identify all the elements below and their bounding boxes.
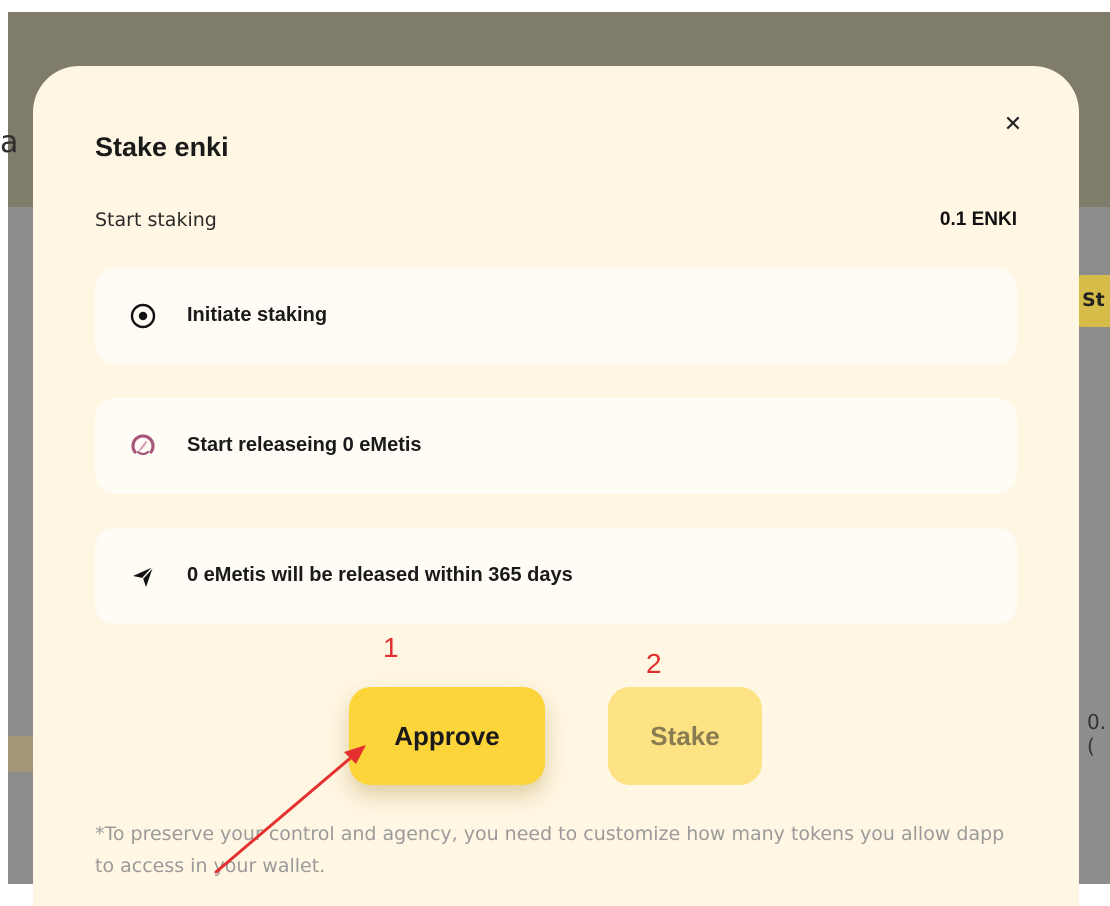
close-icon[interactable]: ✕ bbox=[998, 110, 1028, 140]
step-label: Start releaseing 0 eMetis bbox=[187, 434, 422, 456]
stake-modal: ✕ Stake enki Start staking 0.1 ENKI Init… bbox=[33, 66, 1079, 906]
step-label: Initiate staking bbox=[187, 304, 328, 326]
paper-plane-icon bbox=[133, 566, 154, 587]
page-background-value-fragment: 0.( bbox=[1087, 710, 1107, 758]
step-initiate-staking: Initiate staking bbox=[95, 268, 1017, 364]
page-background-stake-button: St bbox=[1076, 275, 1110, 327]
page-top-edge bbox=[0, 0, 1110, 12]
page-background-heading-fragment: a bbox=[0, 125, 19, 160]
summary-value: 0.1 ENKI bbox=[939, 209, 1017, 230]
step-start-releasing: Start releaseing 0 eMetis bbox=[95, 398, 1017, 494]
wheat-token-icon bbox=[131, 434, 155, 456]
approve-button[interactable]: Approve bbox=[349, 687, 545, 785]
modal-title: Stake enki bbox=[95, 132, 229, 162]
radio-target-icon bbox=[130, 303, 156, 329]
step-release-schedule: 0 eMetis will be released within 365 day… bbox=[95, 528, 1017, 624]
approval-note: *To preserve your control and agency, yo… bbox=[95, 823, 1005, 877]
stake-button[interactable]: Stake bbox=[608, 687, 762, 785]
summary-label: Start staking bbox=[95, 209, 217, 231]
page-background-stake-label: St bbox=[1082, 289, 1105, 311]
annotation-step-1: 1 bbox=[383, 632, 399, 663]
step-label: 0 eMetis will be released within 365 day… bbox=[187, 564, 573, 586]
annotation-step-2: 2 bbox=[646, 648, 662, 679]
